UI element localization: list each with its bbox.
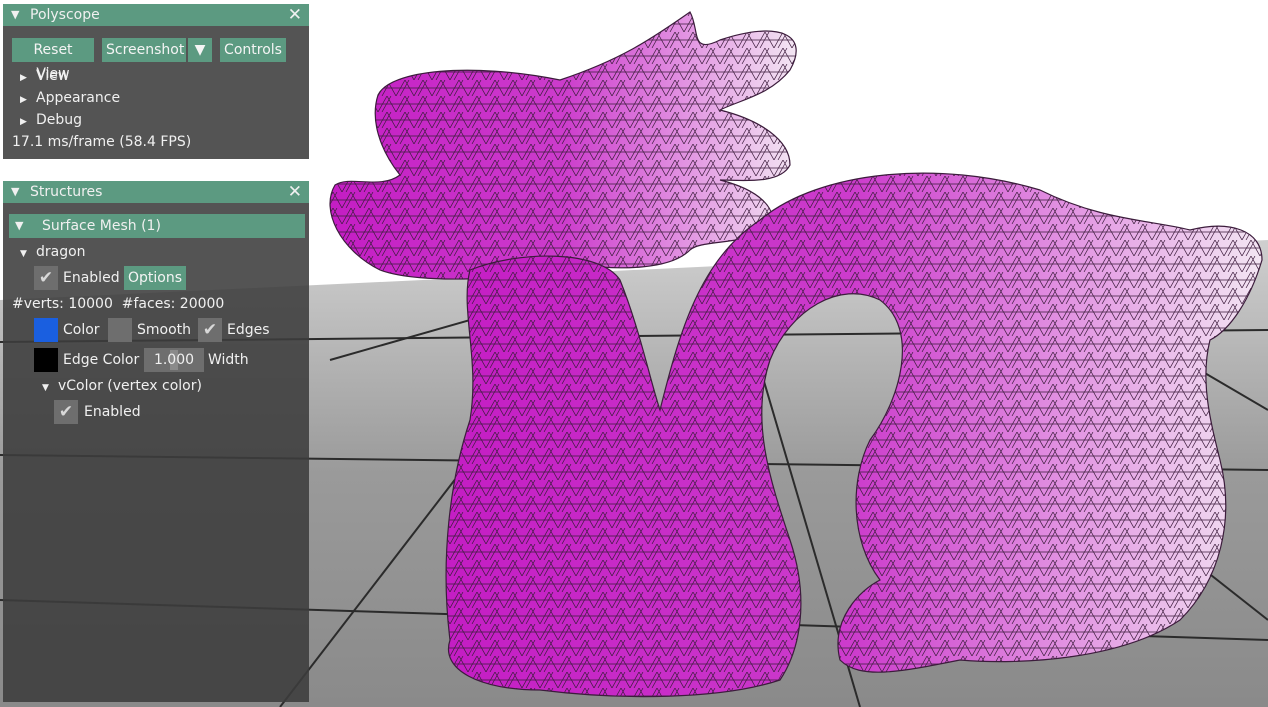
checkmark-icon: ✔ bbox=[202, 320, 218, 340]
expand-triangle-icon: ▶ bbox=[20, 117, 27, 127]
checkmark-icon: ✔ bbox=[38, 268, 54, 288]
edge-color-label: Edge Color bbox=[63, 352, 140, 368]
checkmark-icon: ✔ bbox=[58, 402, 74, 422]
edge-width-slider[interactable]: 1.000 bbox=[144, 348, 204, 372]
structures-titlebar[interactable]: ▼ Structures ✕ bbox=[3, 181, 309, 203]
close-icon[interactable]: ✕ bbox=[288, 4, 302, 26]
color-label: Color bbox=[63, 322, 100, 338]
collapse-triangle-icon: ▼ bbox=[15, 219, 24, 232]
window-title: Structures bbox=[30, 184, 103, 200]
tree-item-debug[interactable]: ▶ Debug bbox=[20, 110, 82, 132]
polyscope-window[interactable]: ▼ Polyscope ✕ Reset View Screenshot ▼ Co… bbox=[3, 4, 309, 159]
collapse-triangle-icon[interactable]: ▼ bbox=[11, 181, 19, 203]
tree-item-dragon[interactable]: ▼ dragon bbox=[20, 242, 86, 264]
surface-mesh-header[interactable]: ▼ Surface Mesh (1) bbox=[9, 214, 305, 238]
width-label: Width bbox=[208, 352, 249, 368]
controls-button[interactable]: Controls bbox=[220, 38, 286, 62]
smooth-checkbox[interactable] bbox=[108, 318, 132, 342]
edges-checkbox[interactable]: ✔ bbox=[198, 318, 222, 342]
smooth-label: Smooth bbox=[137, 322, 192, 338]
screenshot-options-button[interactable]: ▼ bbox=[188, 38, 212, 62]
expand-triangle-icon: ▶ bbox=[20, 95, 27, 105]
fps-readout: 17.1 ms/frame (58.4 FPS) bbox=[12, 134, 192, 150]
vcolor-enabled-checkbox[interactable]: ✔ bbox=[54, 400, 78, 424]
tree-item-view[interactable]: ▶ View bbox=[20, 66, 69, 88]
reset-view-button[interactable]: Reset View bbox=[12, 38, 94, 82]
polyscope-titlebar[interactable]: ▼ Polyscope ✕ bbox=[3, 4, 309, 26]
tree-item-vcolor[interactable]: ▼ vColor (vertex color) bbox=[42, 376, 202, 398]
edges-label: Edges bbox=[227, 322, 270, 338]
options-button[interactable]: Options bbox=[124, 266, 186, 290]
enabled-label: Enabled bbox=[63, 270, 120, 286]
edge-color-swatch[interactable] bbox=[34, 348, 58, 372]
screenshot-button[interactable]: Screenshot bbox=[102, 38, 186, 62]
collapse-triangle-icon[interactable]: ▼ bbox=[11, 4, 19, 26]
window-title: Polyscope bbox=[30, 7, 100, 23]
enabled-checkbox[interactable]: ✔ bbox=[34, 266, 58, 290]
mesh-stats: #verts: 10000 #faces: 20000 bbox=[12, 296, 225, 312]
structures-window[interactable]: ▼ Structures ✕ ▼ Surface Mesh (1) ▼ drago… bbox=[3, 181, 309, 702]
collapse-triangle-icon: ▼ bbox=[42, 383, 49, 393]
vcolor-enabled-label: Enabled bbox=[84, 404, 141, 420]
mesh-color-swatch[interactable] bbox=[34, 318, 58, 342]
expand-triangle-icon: ▶ bbox=[20, 73, 27, 83]
collapse-triangle-icon: ▼ bbox=[20, 249, 27, 259]
tree-item-appearance[interactable]: ▶ Appearance bbox=[20, 88, 120, 110]
close-icon[interactable]: ✕ bbox=[288, 181, 302, 203]
